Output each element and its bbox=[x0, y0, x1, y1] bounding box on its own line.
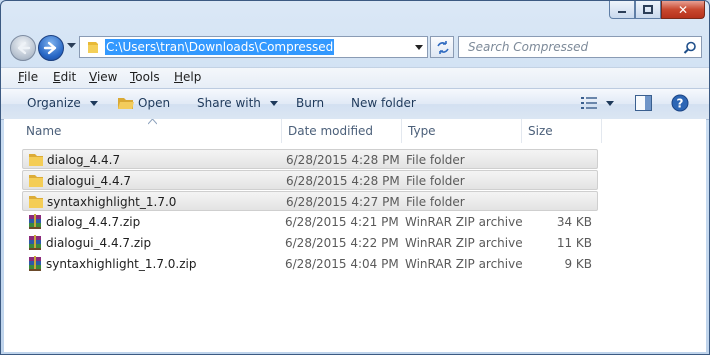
search-icon[interactable] bbox=[683, 41, 697, 55]
preview-pane-icon[interactable] bbox=[635, 95, 652, 111]
address-path[interactable]: C:\Users\tran\Downloads\Compressed bbox=[105, 39, 335, 55]
caption-buttons: ✕ bbox=[609, 1, 705, 19]
column-header-date-modified[interactable]: Date modified bbox=[282, 119, 402, 143]
column-header-size[interactable]: Size bbox=[522, 119, 602, 143]
folder-icon bbox=[88, 42, 98, 53]
chevron-down-icon bbox=[89, 101, 98, 106]
file-type: WinRAR ZIP archive bbox=[405, 236, 523, 250]
menu-bar: File Edit View Tools Help bbox=[1, 67, 709, 88]
command-bar: Organize Open Share with Burn New folder… bbox=[1, 88, 709, 120]
column-header-type[interactable]: Type bbox=[402, 119, 522, 143]
forward-arrow-icon bbox=[43, 41, 57, 55]
navigation-bar: C:\Users\tran\Downloads\Compressed Searc… bbox=[1, 34, 709, 62]
organize-button[interactable]: Organize bbox=[27, 96, 98, 110]
file-date: 6/28/2015 4:21 PM bbox=[285, 215, 399, 229]
file-row[interactable]: syntaxhighlight_1.7.0.zip 6/28/2015 4:04… bbox=[22, 254, 598, 274]
file-type: File folder bbox=[406, 174, 465, 188]
address-bar[interactable]: C:\Users\tran\Downloads\Compressed bbox=[79, 36, 428, 58]
file-date: 6/28/2015 4:22 PM bbox=[285, 236, 399, 250]
file-type: WinRAR ZIP archive bbox=[405, 257, 523, 271]
maximize-icon bbox=[643, 4, 653, 14]
file-type: File folder bbox=[406, 153, 465, 167]
refresh-button[interactable] bbox=[430, 36, 454, 58]
folder-icon bbox=[29, 175, 43, 187]
file-name: syntaxhighlight_1.7.0.zip bbox=[46, 257, 197, 271]
svg-text:?: ? bbox=[677, 97, 684, 111]
file-list: Name Date modified Type Size dialog_4.4.… bbox=[4, 119, 706, 352]
sort-ascending-icon bbox=[148, 119, 157, 125]
menu-tools[interactable]: Tools bbox=[130, 70, 160, 84]
file-row[interactable]: dialogui_4.4.7 6/28/2015 4:28 PM File fo… bbox=[22, 170, 598, 190]
file-row[interactable]: dialog_4.4.7 6/28/2015 4:28 PM File fold… bbox=[22, 149, 598, 169]
help-icon[interactable]: ? bbox=[671, 94, 689, 112]
file-date: 6/28/2015 4:28 PM bbox=[286, 174, 400, 188]
file-type: WinRAR ZIP archive bbox=[405, 215, 523, 229]
folder-icon bbox=[29, 154, 43, 166]
menu-file[interactable]: File bbox=[18, 70, 38, 84]
file-row[interactable]: syntaxhighlight_1.7.0 6/28/2015 4:27 PM … bbox=[22, 191, 598, 211]
menu-help[interactable]: Help bbox=[174, 70, 201, 84]
file-size: 9 KB bbox=[564, 257, 592, 271]
forward-button[interactable] bbox=[38, 35, 64, 61]
file-date: 6/28/2015 4:27 PM bbox=[286, 195, 400, 209]
file-name: dialog_4.4.7 bbox=[47, 153, 121, 167]
search-placeholder: Search Compressed bbox=[468, 40, 589, 54]
file-name: dialog_4.4.7.zip bbox=[46, 215, 141, 229]
refresh-icon bbox=[437, 41, 449, 54]
close-button[interactable]: ✕ bbox=[661, 1, 705, 19]
winrar-archive-icon bbox=[29, 256, 41, 271]
file-row[interactable]: dialog_4.4.7.zip 6/28/2015 4:21 PM WinRA… bbox=[22, 212, 598, 232]
organize-label: Organize bbox=[27, 96, 81, 110]
close-icon: ✕ bbox=[677, 2, 689, 17]
column-header-row: Name Date modified Type Size bbox=[4, 119, 706, 143]
file-date: 6/28/2015 4:04 PM bbox=[285, 257, 399, 271]
file-row[interactable]: dialogui_4.4.7.zip 6/28/2015 4:22 PM Win… bbox=[22, 233, 598, 253]
address-dropdown-chevron-down-icon[interactable] bbox=[415, 45, 423, 50]
file-name: dialogui_4.4.7.zip bbox=[46, 236, 152, 250]
view-details-icon[interactable] bbox=[581, 97, 597, 110]
file-size: 11 KB bbox=[556, 236, 592, 250]
maximize-button[interactable] bbox=[635, 1, 661, 19]
view-options-chevron-down-icon[interactable] bbox=[606, 101, 614, 106]
file-type: File folder bbox=[406, 195, 465, 209]
explorer-window: ✕ C:\Users\tran\Downloads\Compressed Sea… bbox=[0, 0, 710, 355]
recent-pages-chevron-down-icon[interactable] bbox=[67, 43, 76, 49]
open-folder-icon bbox=[118, 98, 134, 109]
back-button[interactable] bbox=[10, 35, 36, 61]
back-arrow-icon bbox=[17, 41, 31, 55]
menu-edit[interactable]: Edit bbox=[53, 70, 76, 84]
winrar-archive-icon bbox=[29, 214, 41, 229]
search-input[interactable]: Search Compressed bbox=[458, 36, 702, 58]
folder-icon bbox=[29, 196, 43, 208]
chevron-down-icon bbox=[269, 101, 278, 106]
minimize-button[interactable] bbox=[609, 1, 635, 19]
new-folder-button[interactable]: New folder bbox=[351, 96, 416, 110]
open-button[interactable]: Open bbox=[138, 96, 170, 110]
file-size: 34 KB bbox=[556, 215, 592, 229]
menu-view[interactable]: View bbox=[89, 70, 117, 84]
winrar-archive-icon bbox=[29, 235, 41, 250]
file-name: syntaxhighlight_1.7.0 bbox=[47, 195, 177, 209]
share-with-label: Share with bbox=[197, 96, 261, 110]
file-date: 6/28/2015 4:28 PM bbox=[286, 153, 400, 167]
burn-button[interactable]: Burn bbox=[296, 96, 324, 110]
share-with-button[interactable]: Share with bbox=[197, 96, 278, 110]
minimize-icon bbox=[618, 10, 626, 13]
file-name: dialogui_4.4.7 bbox=[47, 174, 132, 188]
